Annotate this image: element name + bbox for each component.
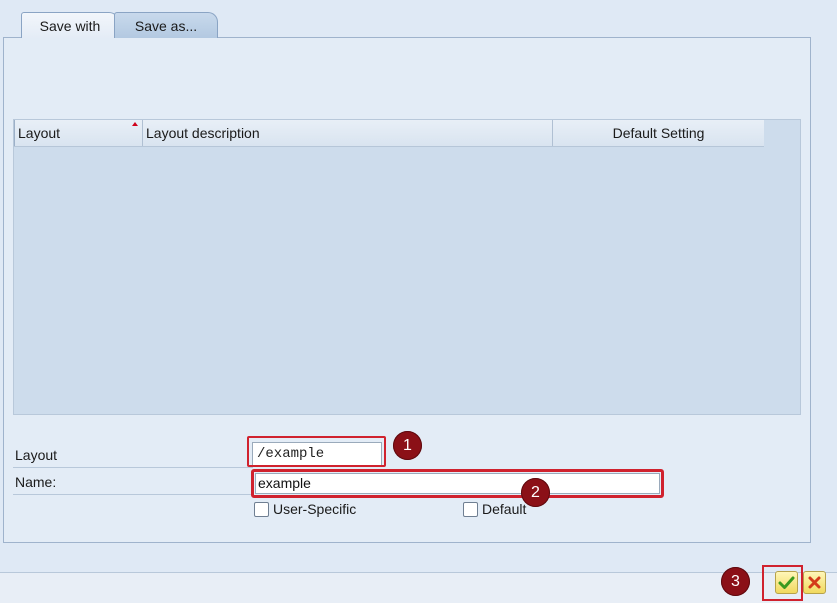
user-specific-label: User-Specific bbox=[273, 501, 357, 517]
tab-save-as[interactable]: Save as... bbox=[114, 12, 218, 38]
row-divider bbox=[13, 494, 253, 495]
layout-input-highlight bbox=[247, 436, 386, 467]
column-header-default-setting[interactable]: Default Setting bbox=[553, 120, 764, 146]
layout-label: Layout bbox=[15, 447, 58, 463]
cancel-button[interactable] bbox=[803, 571, 826, 594]
default-checkbox[interactable] bbox=[463, 502, 478, 517]
sort-indicator-icon bbox=[132, 122, 138, 126]
column-header-label: Layout bbox=[18, 125, 61, 141]
footer-bar bbox=[0, 573, 837, 603]
step-badge-1: 1 bbox=[393, 431, 422, 460]
table-header: Layout Layout description Default Settin… bbox=[14, 120, 764, 147]
close-icon bbox=[808, 576, 821, 589]
tab-save-with[interactable]: Save with bbox=[21, 12, 119, 38]
user-specific-checkbox[interactable] bbox=[254, 502, 269, 517]
layout-table: Layout Layout description Default Settin… bbox=[13, 119, 801, 415]
column-header-layout-description[interactable]: Layout description bbox=[143, 120, 553, 146]
step-badge-3: 3 bbox=[721, 567, 750, 596]
ok-button-highlight bbox=[762, 565, 803, 601]
save-layout-dialog: Save with Save as... Layout Layout descr… bbox=[0, 0, 837, 603]
name-label: Name: bbox=[15, 474, 57, 490]
column-header-layout[interactable]: Layout bbox=[14, 120, 143, 146]
name-input-highlight bbox=[251, 469, 664, 498]
default-label: Default bbox=[482, 501, 527, 517]
row-divider bbox=[13, 467, 253, 468]
